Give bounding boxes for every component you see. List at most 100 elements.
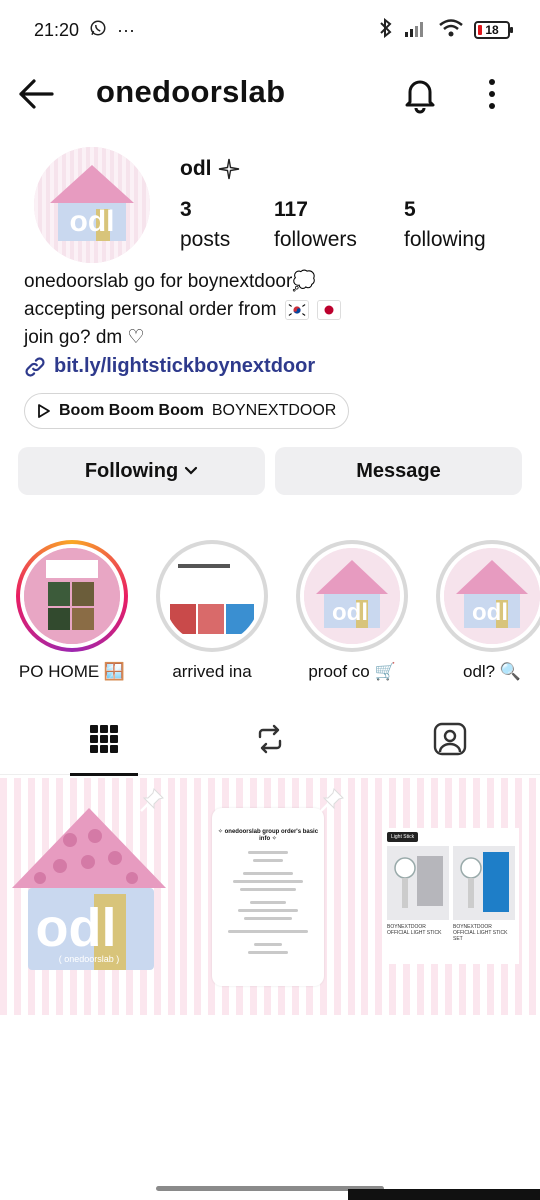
status-bar: 21:20 ··· 18 [0,0,540,60]
post-tile-1[interactable]: odl ( onedoorslab ) [0,778,178,1015]
tab-reposts[interactable] [180,705,360,773]
sparkle-star-icon [218,158,239,180]
doc-line [253,859,283,862]
bio-line-2-wrap: accepting personal order from [24,296,524,324]
following-button[interactable]: Following [18,447,265,495]
play-icon [38,404,50,418]
pin-icon [320,788,344,812]
bio-line-2: accepting personal order from [24,299,277,320]
stat-followers-value: 117 [274,198,308,221]
doc-line [228,930,308,933]
highlight-thumbnail [164,548,260,644]
chevron-down-icon [185,466,198,475]
doc-line [250,901,286,904]
korea-flag-icon [284,299,309,320]
tab-grid[interactable] [14,705,194,773]
post-2-document: ✧ onedoorslab group order's basic info ✧ [212,808,324,986]
post-3-product-card: Light Stick BOYNEXTDOOR OFFICIAL LIGHT S… [383,828,519,964]
status-more: ··· [117,19,136,40]
stat-following[interactable]: 5 following [404,198,486,252]
highlight-po-home[interactable]: PO HOME 🪟 [16,540,128,682]
post-3-tag: Light Stick [387,832,419,842]
message-button[interactable]: Message [275,447,522,495]
signal-icon [404,18,428,43]
highlight-logo-text: odl [332,599,368,626]
highlight-label: arrived ina [172,662,252,681]
stat-followers[interactable]: 117 followers [274,198,357,252]
tab-tagged[interactable] [360,705,540,773]
doc-line [233,880,303,883]
doc-line [248,851,288,854]
stat-following-value: 5 [404,198,416,221]
highlight-label: proof co 🛒 [308,662,396,681]
notifications-button[interactable] [400,74,440,114]
battery-icon: 18 [474,21,513,39]
highlight-arrived[interactable]: arrived ina [156,540,268,682]
profile-link-text: bit.ly/lightstickboynextdoor [54,355,316,377]
profile-avatar[interactable]: odl [34,147,150,263]
highlight-inner [160,544,264,648]
japan-flag-icon [316,299,341,320]
highlight-odl[interactable]: odl odl? 🔍 [436,540,540,682]
music-song-title: Boom Boom Boom [59,402,204,419]
highlight-ring: odl [296,540,408,652]
stat-posts[interactable]: 3 posts [180,198,230,252]
post-tile-3[interactable]: Light Stick BOYNEXTDOOR OFFICIAL LIGHT S… [361,778,540,1015]
battery-level: 18 [485,23,499,37]
kebab-menu-icon [489,79,495,109]
highlight-inner: odl [300,544,404,648]
highlight-ring: odl [436,540,540,652]
highlight-thumbnail: odl [444,548,540,644]
profile-display-name: odl [180,157,240,181]
posts-grid: odl ( onedoorslab ) ✧ onedoorslab group … [0,778,540,1015]
doc-line [243,872,293,875]
highlight-proof[interactable]: odl proof co 🛒 [296,540,408,682]
music-artist: BOYNEXTDOOR [211,402,337,419]
display-name-text: odl [180,157,212,180]
highlight-inner: odl [440,544,540,648]
stat-posts-label: posts [180,228,231,251]
whatsapp-icon [89,19,107,42]
profile-link[interactable]: bit.ly/lightstickboynextdoor [24,355,315,378]
doc-line [240,888,296,891]
highlight-label: odl? 🔍 [462,662,522,681]
profile-username: onedoorslab [96,74,286,109]
doc-line [244,917,292,920]
active-tab-indicator [70,773,138,776]
screen-edge-bar [348,1189,540,1200]
highlight-ring [156,540,268,652]
back-button[interactable] [16,76,56,112]
doc-line [248,951,288,954]
highlight-logo-text: odl [472,599,508,626]
grid-icon [90,725,118,753]
pin-icon [140,788,164,812]
highlight-ring [16,540,128,652]
stat-posts-value: 3 [180,198,192,221]
message-button-label: Message [356,459,441,482]
doc-line [254,943,282,946]
profile-tabs [0,705,540,776]
wifi-icon [438,18,464,43]
back-arrow-icon [19,79,54,109]
profile-header: onedoorslab [0,62,540,126]
post-3-right-caption: BOYNEXTDOOR OFFICIAL LIGHT STICK SET [453,924,508,942]
more-options-button[interactable] [476,74,508,114]
profile-bio: onedoorslab go for boynextdoor💭 acceptin… [24,268,524,352]
post-3-left-caption: BOYNEXTDOOR OFFICIAL LIGHT STICK [387,924,442,936]
post-1-caption: ( onedoorslab ) [59,954,120,964]
status-time: 21:20 [34,19,80,40]
stat-followers-label: followers [274,228,357,251]
highlight-label: PO HOME 🪟 [18,662,126,681]
bluetooth-icon [378,17,394,43]
post-tile-2[interactable]: ✧ onedoorslab group order's basic info ✧ [180,778,358,1015]
highlight-inner [20,544,124,648]
profile-music-pill[interactable]: Boom Boom Boom BOYNEXTDOOR [24,393,350,429]
post-2-title: ✧ onedoorslab group order's basic info ✧ [217,829,319,842]
doc-line [238,909,298,912]
repost-icon [258,724,282,754]
highlight-thumbnail: odl [304,548,400,644]
bio-line-3: join go? dm ♡ [24,327,145,348]
following-button-label: Following [84,459,179,482]
post-3-products-image [387,846,515,920]
highlight-thumbnail [24,548,120,644]
